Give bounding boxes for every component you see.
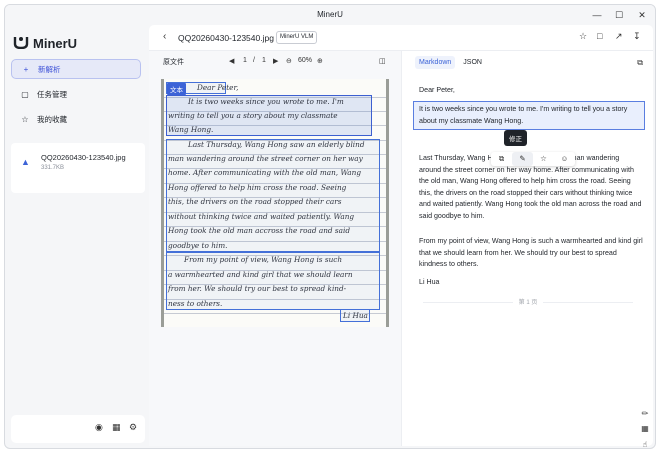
model-badge: MinerU VLM (276, 31, 318, 44)
handwriting-line: Hong offered to help him cross the road.… (168, 183, 347, 192)
plus-icon: + (23, 64, 29, 74)
sidebar-item-favorites[interactable]: ☆ 我的收藏 (11, 109, 141, 129)
more-icon[interactable]: ☺ (554, 152, 575, 166)
next-page-icon[interactable]: ▶ (273, 57, 278, 65)
logo: MinerU (13, 35, 77, 51)
image-file-icon: ▲ (21, 157, 30, 167)
qr-icon[interactable]: ▦ (112, 422, 121, 433)
correct-tooltip: 修正 (504, 130, 527, 146)
edit-icon[interactable]: ✎ (512, 152, 533, 166)
result-tabs: Markdown JSON (415, 56, 490, 69)
handwriting-line: a warmhearted and kind girl that we shou… (168, 270, 353, 279)
handwriting-line: Wang Hong. (168, 125, 214, 134)
share-icon[interactable]: ↗ (615, 31, 623, 42)
settings-icon[interactable]: ⚙ (129, 422, 137, 433)
sidebar: MinerU + 新解析 ▢ 任务管理 ☆ 我的收藏 ▲ QQ20260430-… (5, 25, 145, 448)
file-name: QQ20260430-123540.jpg (41, 153, 126, 162)
layout-toggle-icon[interactable]: ◫ (379, 57, 386, 65)
window-title: MinerU (317, 10, 343, 19)
star-icon: ☆ (21, 114, 29, 124)
tab-json[interactable]: JSON (459, 56, 486, 69)
handwriting-line: without thinking twice and waited patien… (168, 212, 355, 221)
handwriting-line: writing to tell you a story about my cla… (168, 111, 338, 120)
folder-icon[interactable]: □ (597, 31, 602, 41)
star-icon[interactable]: ☆ (533, 152, 554, 166)
greeting-paragraph: Dear Peter, (419, 86, 455, 94)
zoom-in-icon[interactable]: ⊕ (317, 57, 323, 65)
handwriting-line: Last Thursday, Wang Hong saw an elderly … (188, 140, 365, 149)
handwriting-line: home. After communicating with the old m… (168, 168, 362, 177)
zoom-level: 60% (298, 57, 313, 64)
handwriting-line: Li Hua (343, 311, 368, 320)
tasks-label: 任务管理 (37, 89, 67, 99)
handwriting-line: from her. We should try our best to spre… (168, 284, 347, 293)
result-panel: Markdown JSON ⧉ Dear Peter, It is two we… (403, 51, 653, 448)
download-icon[interactable]: ↧ (633, 31, 641, 42)
handwriting-line: goodbye to him. (168, 241, 228, 250)
star-icon[interactable]: ☆ (579, 31, 587, 42)
handwriting-line: man wandering around the street corner o… (168, 154, 363, 163)
selected-paragraph[interactable]: It is two weeks since you wrote to me. I… (413, 101, 645, 130)
grid-icon[interactable]: ▦ (639, 424, 651, 433)
prev-page-icon[interactable]: ◀ (229, 57, 234, 65)
favorites-label: 我的收藏 (37, 114, 67, 124)
paragraph-3: From my point of view, Wang Hong is such… (419, 237, 643, 268)
page-total: 1 (262, 57, 266, 64)
copy-all-icon[interactable]: ⧉ (637, 58, 643, 68)
new-parse-button[interactable]: + 新解析 (11, 59, 141, 79)
main-panel: ‹ QQ20260430-123540.jpg MinerU VLM ☆ □ ↗… (149, 25, 653, 448)
github-icon[interactable]: ◉ (95, 422, 103, 433)
minimize-button[interactable]: — (586, 7, 608, 23)
app-name: MinerU (33, 35, 78, 51)
tab-markdown[interactable]: Markdown (415, 56, 456, 69)
app-window: MinerU — ☐ ✕ MinerU + 新解析 ▢ 任务管理 ☆ 我的收藏 … (4, 4, 656, 449)
source-image: 文本 Dear Peter, It is two weeks since you… (161, 79, 389, 327)
new-parse-label: 新解析 (38, 64, 61, 74)
mineru-logo-icon (13, 35, 29, 51)
maximize-button[interactable]: ☐ (608, 7, 630, 23)
zoom-out-icon[interactable]: ⊖ (286, 57, 292, 65)
file-list-item[interactable]: ▲ QQ20260430-123540.jpg 331.7KB (11, 143, 145, 193)
title-bar: MinerU — ☐ ✕ (5, 5, 655, 25)
handwriting-line: ness to others. (168, 299, 223, 308)
handwriting-line: From my point of view, Wang Hong is such (184, 255, 343, 264)
sidebar-item-tasks[interactable]: ▢ 任务管理 (11, 84, 141, 104)
page-current: 1 (243, 57, 247, 64)
close-button[interactable]: ✕ (631, 7, 653, 23)
handwriting-line: Dear Peter, (197, 83, 239, 92)
file-size: 331.7KB (41, 165, 65, 171)
paragraph-action-bar: ⧉ ✎ ☆ ☺ (491, 152, 575, 166)
copy-icon[interactable]: ⧉ (491, 152, 512, 166)
handwriting-line: Hong took the old man accross the road a… (168, 226, 351, 235)
back-icon[interactable]: ‹ (163, 31, 166, 42)
handwriting-line: this, the drivers on the road stopped th… (168, 197, 342, 206)
source-file-label: 原文件 (163, 59, 184, 66)
page-separator: / (253, 57, 255, 64)
brush-icon[interactable]: ✏ (639, 409, 651, 418)
signature: Li Hua (419, 278, 440, 286)
sidebar-footer: ◉ ▦ ⚙ (11, 415, 145, 443)
handwriting-line: It is two weeks since you wrote to me. I… (188, 97, 344, 106)
thumbs-up-icon[interactable]: ☝ (639, 440, 651, 448)
document-title: QQ20260430-123540.jpg (178, 33, 274, 43)
page-marker: 第 1 页 (403, 297, 653, 306)
viewer-toolbar: 原文件 ◀ 1 / 1 ▶ ⊖ 60% ⊕ ◫ (149, 51, 401, 71)
source-viewer: 原文件 ◀ 1 / 1 ▶ ⊖ 60% ⊕ ◫ 文本 Dear Peter, I… (149, 51, 402, 446)
document-toolbar: ‹ QQ20260430-123540.jpg MinerU VLM ☆ □ ↗… (149, 25, 653, 51)
document-icon: ▢ (21, 89, 29, 99)
block-type-tag: 文本 (167, 83, 186, 95)
